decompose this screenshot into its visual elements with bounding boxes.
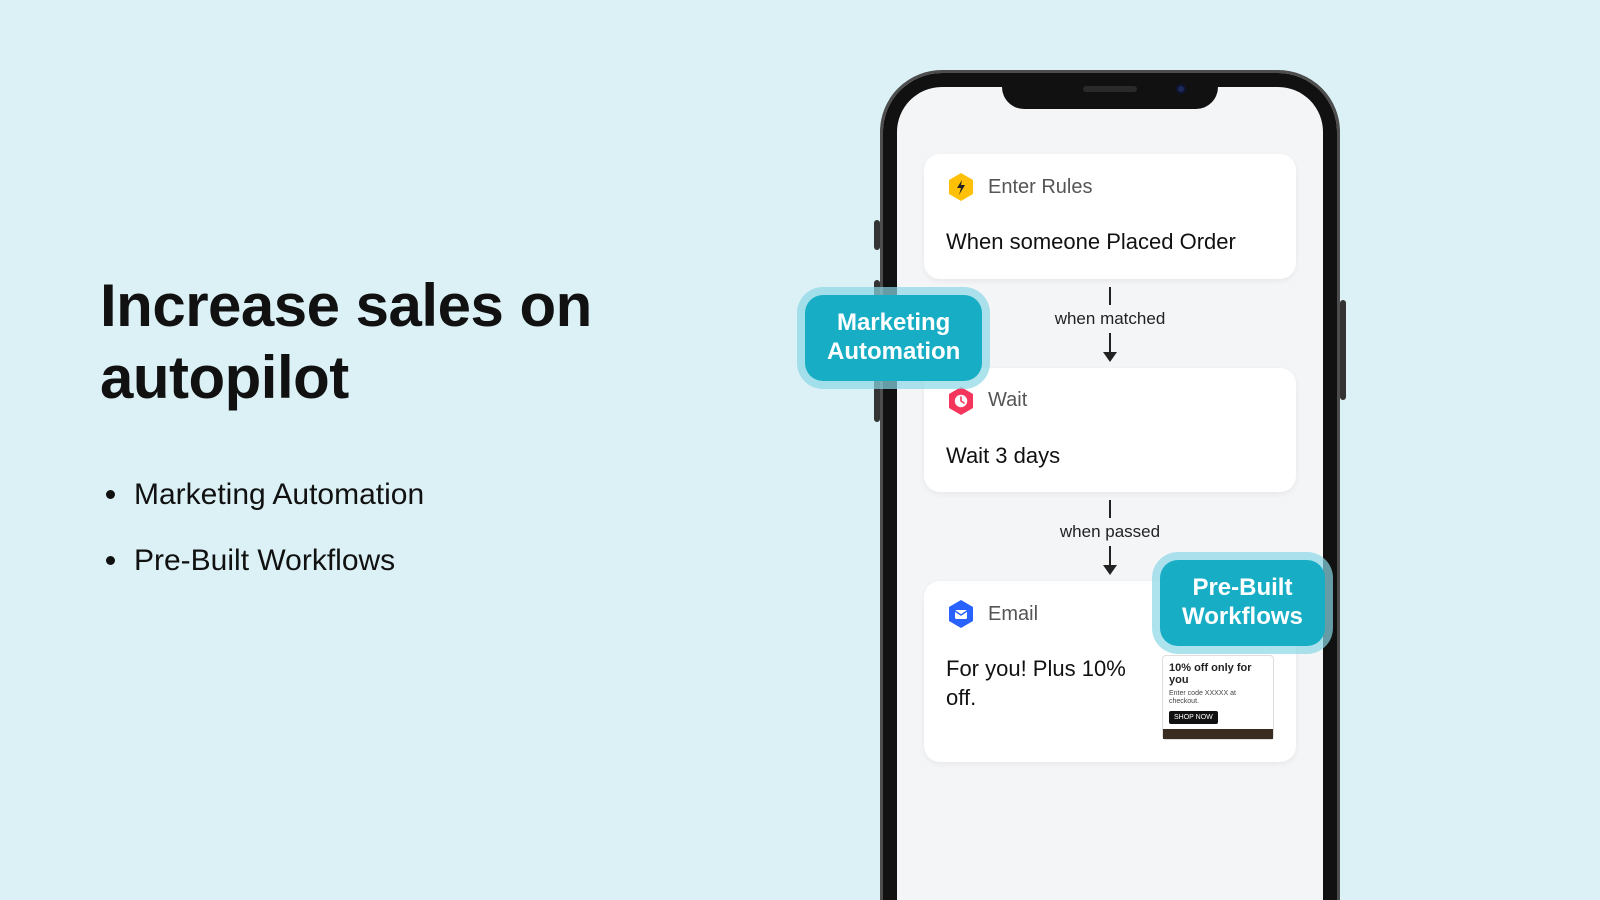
connector-label: when matched: [1055, 309, 1166, 329]
phone-power-button: [1340, 300, 1346, 400]
phone-mockup: Enter Rules When someone Placed Order wh…: [880, 70, 1340, 900]
workflow-card-enter-rules[interactable]: Enter Rules When someone Placed Order: [924, 154, 1296, 279]
card-body: When someone Placed Order: [946, 228, 1274, 257]
email-preview-sub: Enter code XXXXX at checkout.: [1169, 690, 1267, 705]
email-preview-thumbnail: 10% off only for you Enter code XXXXX at…: [1162, 655, 1274, 740]
card-title: Email: [988, 603, 1038, 626]
hero-bullets: Marketing Automation Pre-Built Workflows: [100, 474, 720, 582]
email-preview-title: 10% off only for you: [1169, 662, 1267, 686]
hero-heading: Increase sales on autopilot: [100, 270, 720, 414]
phone-screen: Enter Rules When someone Placed Order wh…: [900, 90, 1320, 900]
hero-left: Increase sales on autopilot Marketing Au…: [100, 270, 720, 606]
card-title: Wait: [988, 389, 1027, 412]
floating-tag-prebuilt-workflows: Pre-Built Workflows: [1160, 560, 1325, 646]
phone-notch: [1002, 73, 1218, 109]
connector-label: when passed: [1060, 522, 1160, 542]
card-title: Enter Rules: [988, 176, 1093, 199]
floating-tag-marketing-automation: Marketing Automation: [805, 295, 982, 381]
email-preview-image: [1163, 729, 1273, 739]
email-preview-cta: SHOP NOW: [1169, 711, 1218, 725]
phone-frame: Enter Rules When someone Placed Order wh…: [880, 70, 1340, 900]
mail-icon: [946, 599, 976, 629]
workflow-card-wait[interactable]: Wait Wait 3 days: [924, 368, 1296, 493]
bolt-icon: [946, 172, 976, 202]
clock-icon: [946, 386, 976, 416]
card-body: Wait 3 days: [946, 442, 1274, 471]
card-body: For you! Plus 10% off.: [946, 655, 1148, 712]
bullet-item: Marketing Automation: [100, 474, 720, 516]
bullet-item: Pre-Built Workflows: [100, 540, 720, 582]
